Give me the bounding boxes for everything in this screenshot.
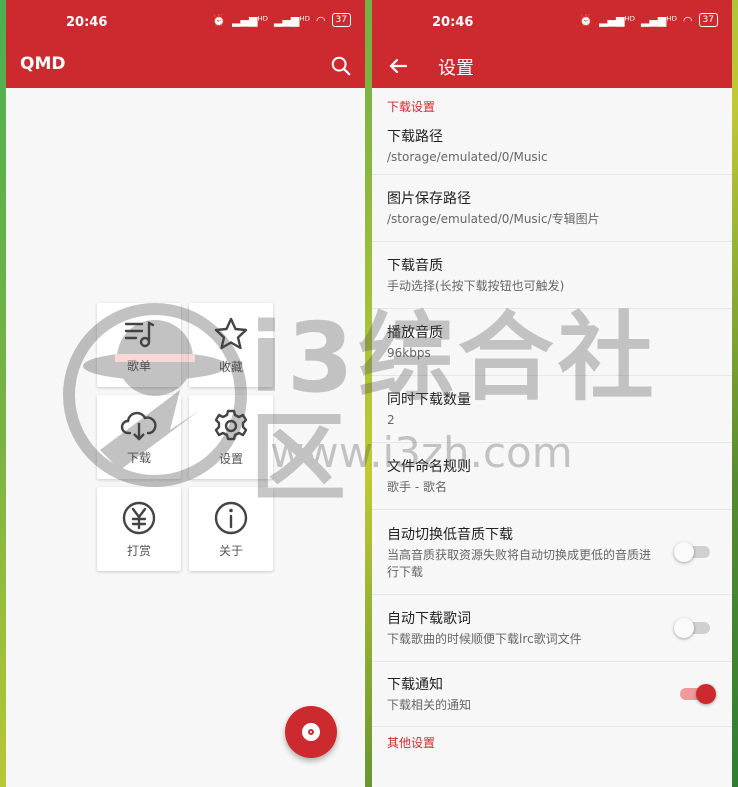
battery-icon: 37 xyxy=(698,13,718,27)
menu-tile-playlist[interactable]: 歌单 xyxy=(97,303,181,387)
setting-title: 同时下载数量 xyxy=(387,392,471,408)
back-arrow-icon[interactable] xyxy=(384,52,412,80)
auto-lyrics-toggle[interactable] xyxy=(674,618,710,638)
menu-tile-favorites[interactable]: 收藏 xyxy=(189,303,273,387)
star-icon xyxy=(214,317,248,349)
app-title: QMD xyxy=(20,54,66,74)
signal-icon-2: ▂▄▆ᴴᴰ xyxy=(641,13,677,27)
section-header-other: 其他设置 xyxy=(387,736,436,750)
setting-concurrent-downloads[interactable]: 同时下载数量 2 xyxy=(372,376,732,443)
setting-title: 自动下载歌词 xyxy=(387,611,471,627)
signal-icon: ▂▄▆ᴴᴰ xyxy=(232,13,268,27)
yen-icon xyxy=(122,501,156,534)
cloud-download-icon xyxy=(120,411,157,441)
alarm-icon: ⏰ xyxy=(212,13,227,27)
setting-download-notification[interactable]: 下载通知 下载相关的通知 xyxy=(372,662,732,727)
status-time: 20:46 xyxy=(66,15,108,30)
toggle-knob xyxy=(674,542,694,562)
menu-tile-settings[interactable]: 设置 xyxy=(189,395,273,479)
toggle-knob xyxy=(674,618,694,638)
settings-screen: 20:46 ⏰ ▂▄▆ᴴᴰ ▂▄▆ᴴᴰ ◠ 37 设置 下载设置 下载路径 /s… xyxy=(372,0,732,787)
setting-file-naming[interactable]: 文件命名规则 歌手 - 歌名 xyxy=(372,443,732,510)
setting-summary: /storage/emulated/0/Music/专辑图片 xyxy=(387,212,600,226)
setting-title: 播放音质 xyxy=(387,325,443,341)
status-time: 20:46 xyxy=(432,15,474,30)
toggle-knob xyxy=(696,684,716,704)
music-player-fab[interactable] xyxy=(285,706,337,758)
setting-download-path[interactable]: 下载路径 /storage/emulated/0/Music xyxy=(372,118,732,175)
setting-summary: 歌手 - 歌名 xyxy=(387,480,447,494)
app-bar: 设置 xyxy=(372,44,732,88)
wifi-icon: ◠ xyxy=(315,13,326,27)
menu-tile-label: 收藏 xyxy=(218,359,243,374)
menu-tile-download[interactable]: 下载 xyxy=(97,395,181,479)
setting-title: 下载路径 xyxy=(387,129,443,145)
setting-summary: 当高音质获取资源失败将自动切换成更低的音质进行下载 xyxy=(387,547,652,579)
menu-tile-donate[interactable]: 打赏 xyxy=(97,487,181,571)
setting-title: 自动切换低音质下载 xyxy=(387,526,513,543)
setting-title: 下载通知 xyxy=(387,677,443,693)
setting-title: 文件命名规则 xyxy=(387,459,471,475)
menu-tile-label: 打赏 xyxy=(126,543,151,558)
section-header-download: 下载设置 xyxy=(387,100,436,114)
gear-icon xyxy=(214,409,248,440)
status-icons: ⏰ ▂▄▆ᴴᴰ ▂▄▆ᴴᴰ ◠ 37 xyxy=(579,13,718,27)
signal-icon-2: ▂▄▆ᴴᴰ xyxy=(274,13,310,27)
search-icon[interactable] xyxy=(327,52,355,80)
download-notification-toggle[interactable] xyxy=(680,684,716,704)
setting-title: 下载音质 xyxy=(387,258,443,274)
setting-summary: 手动选择(长按下载按钮也可触发) xyxy=(387,279,565,293)
setting-auto-lyrics[interactable]: 自动下载歌词 下载歌曲的时候顺便下载lrc歌词文件 xyxy=(372,595,732,662)
setting-play-quality[interactable]: 播放音质 96kbps xyxy=(372,309,732,376)
setting-summary: 下载歌曲的时候顺便下载lrc歌词文件 xyxy=(387,632,582,646)
menu-tile-label: 歌单 xyxy=(126,358,151,373)
info-icon xyxy=(214,501,248,534)
status-bar: 20:46 ⏰ ▂▄▆ᴴᴰ ▂▄▆ᴴᴰ ◠ 37 xyxy=(6,0,365,44)
app-bar: QMD xyxy=(6,44,365,88)
page-title: 设置 xyxy=(438,58,474,79)
setting-summary: 96kbps xyxy=(387,346,431,360)
wifi-icon: ◠ xyxy=(682,13,693,27)
setting-title: 图片保存路径 xyxy=(387,191,471,207)
menu-tile-label: 下载 xyxy=(126,450,151,465)
setting-image-path[interactable]: 图片保存路径 /storage/emulated/0/Music/专辑图片 xyxy=(372,175,732,242)
main-menu-grid: 歌单 收藏 下载 设置 打赏 关于 xyxy=(97,303,273,571)
setting-summary: 下载相关的通知 xyxy=(387,698,472,712)
menu-tile-about[interactable]: 关于 xyxy=(189,487,273,571)
battery-icon: 37 xyxy=(331,13,351,27)
setting-auto-low-quality[interactable]: 自动切换低音质下载 当高音质获取资源失败将自动切换成更低的音质进行下载 xyxy=(372,510,732,595)
menu-tile-label: 关于 xyxy=(218,543,243,558)
playlist-icon xyxy=(124,320,155,347)
main-screen: 20:46 ⏰ ▂▄▆ᴴᴰ ▂▄▆ᴴᴰ ◠ 37 QMD 歌单 收藏 下载 设置… xyxy=(6,0,365,787)
disc-icon xyxy=(302,723,320,741)
menu-tile-label: 设置 xyxy=(218,451,243,466)
alarm-icon: ⏰ xyxy=(579,13,594,27)
setting-summary: 2 xyxy=(387,413,395,427)
auto-low-quality-toggle[interactable] xyxy=(674,542,710,562)
setting-download-quality[interactable]: 下载音质 手动选择(长按下载按钮也可触发) xyxy=(372,242,732,309)
setting-summary: /storage/emulated/0/Music xyxy=(387,150,548,164)
status-icons: ⏰ ▂▄▆ᴴᴰ ▂▄▆ᴴᴰ ◠ 37 xyxy=(212,13,351,27)
signal-icon: ▂▄▆ᴴᴰ xyxy=(599,13,635,27)
status-bar: 20:46 ⏰ ▂▄▆ᴴᴰ ▂▄▆ᴴᴰ ◠ 37 xyxy=(372,0,732,44)
